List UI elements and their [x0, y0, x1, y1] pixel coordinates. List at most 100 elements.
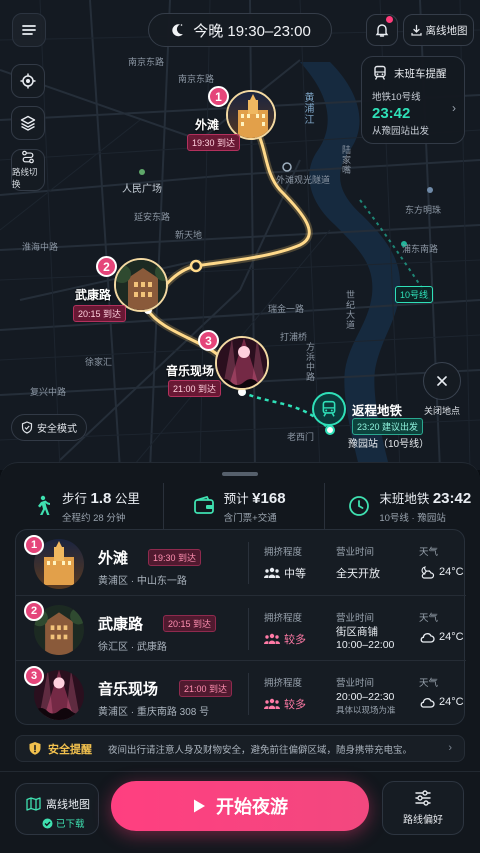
- crowd-value: 较多: [264, 631, 306, 647]
- street-label: 瑞金一路: [268, 304, 305, 314]
- safety-text: 夜间出行请注意人身及财物安全，避免前往偏僻区域，随身携带充电宝。: [108, 744, 413, 756]
- spot-arrival-tag: 21:00 到达: [179, 680, 233, 697]
- locate-icon: [20, 73, 36, 89]
- layers-icon: [20, 115, 36, 131]
- downloaded-label: 已下载: [56, 819, 85, 830]
- train-icon: [374, 65, 386, 80]
- download-icon: [410, 24, 422, 36]
- partly-cloudy-night-icon: [421, 566, 435, 579]
- spot-address: 黄浦区 · 重庆南路 308 号: [98, 707, 210, 718]
- crowd-value: 较多: [264, 696, 306, 712]
- marker-arrival-tag: 19:30 到达: [187, 134, 241, 151]
- metro-line-badge: 10号线: [395, 286, 434, 303]
- hours-column: 营业时间 20:00–22:30 具体以现场为准: [336, 678, 396, 715]
- cloud-icon: [420, 633, 435, 643]
- offline-map-title: 离线地图: [46, 799, 90, 811]
- street-label: 徐家汇: [85, 357, 113, 367]
- spot-address: 徐汇区 · 武康路: [98, 642, 167, 653]
- close-spots-button[interactable]: 关闭地点: [418, 362, 466, 417]
- street-label: 外滩观光隧道: [276, 175, 331, 185]
- safe-mode-label: 安全模式: [37, 424, 77, 435]
- street-label: 南京东路: [178, 74, 215, 84]
- shield-icon: [21, 421, 33, 434]
- layers-button[interactable]: [11, 106, 45, 140]
- crowd-icon: [264, 698, 280, 709]
- trip-sheet: 步行 1.8 公里 全程约 28 分钟 预计 ¥168 含门票+交通 末班地铁 …: [0, 462, 480, 853]
- return-metro-title: 返程地铁: [352, 404, 403, 418]
- route-preference-button[interactable]: 路线偏好: [382, 781, 464, 835]
- chevron-right-icon: ›: [452, 101, 456, 115]
- weather-column: 天气 24°C: [419, 613, 464, 643]
- check-circle-icon: [42, 818, 53, 828]
- list-item[interactable]: 3 音乐现场 21:00 到达 黄浦区 · 重庆南路 308 号 拥挤程度 较多…: [16, 660, 466, 725]
- locate-button[interactable]: [11, 64, 45, 98]
- marker-name: 音乐现场: [166, 364, 215, 378]
- safety-tip[interactable]: 安全提醒 夜间出行请注意人身及财物安全，避免前往偏僻区域，随身携带充电宝。 ›: [15, 735, 465, 762]
- divider: [248, 608, 249, 650]
- street-label: 人民广场: [122, 184, 162, 195]
- last-train-line: 地铁10号线: [372, 92, 421, 103]
- list-item[interactable]: 2 武康路 20:15 到达 徐汇区 · 武康路 拥挤程度 较多 营业时间 街区…: [16, 595, 466, 660]
- spot-name: 音乐现场: [98, 681, 159, 698]
- notification-button[interactable]: [366, 14, 398, 46]
- street-label: 老西门: [287, 432, 315, 442]
- divider: [248, 673, 249, 715]
- marker-name: 武康路: [75, 288, 112, 302]
- start-tour-button[interactable]: 开始夜游: [111, 781, 369, 831]
- river-label: 黄浦江: [302, 92, 313, 125]
- safety-title: 安全提醒: [48, 743, 92, 756]
- time-range-pill[interactable]: 今晚 19:30–23:00: [148, 13, 332, 47]
- budget-stat: 预计 ¥168 含门票+交通: [164, 483, 326, 529]
- sliders-icon: [415, 790, 431, 806]
- hours-column: 营业时间 街区商铺 10:00–22:00: [336, 613, 395, 651]
- crowd-column: 拥挤程度 较多: [264, 678, 306, 712]
- spot-arrival-tag: 19:30 到达: [148, 549, 202, 566]
- last-train-title: 末班车提醒: [394, 67, 447, 80]
- walking-icon: [38, 495, 50, 515]
- list-item[interactable]: 1 外滩 19:30 到达 黄浦区 · 中山东一路 拥挤程度 中等 营业时间 全…: [16, 530, 466, 595]
- metro-icon: [312, 392, 346, 426]
- menu-button[interactable]: [12, 13, 46, 47]
- street-label: 复兴中路: [30, 387, 67, 397]
- map-icon: [26, 797, 41, 811]
- crowd-icon: [264, 633, 280, 644]
- offline-map-status-button[interactable]: 离线地图 已下载: [15, 783, 99, 835]
- route-switch-button[interactable]: 路线切换: [11, 149, 45, 191]
- crowd-icon: [264, 567, 280, 578]
- cloud-icon: [420, 698, 435, 708]
- marker-name: 外滩: [195, 118, 220, 132]
- budget-amount: 预计 ¥168: [223, 490, 286, 507]
- sheet-drag-handle[interactable]: [222, 472, 258, 476]
- last-train-from: 从豫园站出发: [372, 126, 430, 137]
- time-range-label: 今晚 19:30–23:00: [193, 22, 311, 40]
- marker-arrival-tag: 21:00 到达: [168, 380, 222, 397]
- hours-column: 营业时间 全天开放: [336, 547, 380, 580]
- spot-list: 1 外滩 19:30 到达 黄浦区 · 中山东一路 拥挤程度 中等 营业时间 全…: [15, 529, 466, 725]
- walk-duration: 全程约 28 分钟: [62, 513, 126, 524]
- map-view[interactable]: 南京东路 南京东路 黄浦江 外滩观光隧道 陆家嘴 东方明珠 人民广场 延安东路 …: [0, 0, 480, 470]
- safe-mode-button[interactable]: 安全模式: [11, 414, 87, 441]
- start-tour-label: 开始夜游: [216, 797, 288, 817]
- notification-dot: [386, 16, 393, 23]
- marker-arrival-tag: 20:15 到达: [73, 305, 127, 322]
- crowd-column: 拥挤程度 中等: [264, 547, 306, 580]
- marker-photo: [215, 336, 269, 390]
- street-label: 浦东南路: [402, 244, 439, 254]
- crowd-column: 拥挤程度 较多: [264, 613, 306, 647]
- street-label: 延安东路: [134, 212, 171, 222]
- spot-address: 黄浦区 · 中山东一路: [98, 576, 187, 587]
- weather-column: 天气 24°C: [419, 547, 464, 579]
- return-metro-station: 豫园站（10号线）: [348, 439, 430, 450]
- street-label: 方浜中路: [305, 342, 315, 382]
- hours-value: 全天开放: [336, 568, 380, 580]
- bell-icon: [375, 24, 389, 37]
- return-metro-tag: 23:20 建议出发: [352, 418, 424, 435]
- last-metro-stat: 末班地铁 23:42 10号线 · 豫园站: [325, 483, 480, 529]
- play-icon: [194, 799, 205, 813]
- street-label: 南京东路: [128, 57, 165, 67]
- last-train-card[interactable]: 末班车提醒 地铁10号线 23:42 从豫园站出发 ›: [361, 56, 465, 144]
- walk-distance: 步行 1.8 公里: [62, 490, 140, 507]
- offline-map-button[interactable]: 离线地图: [403, 14, 474, 46]
- street-label: 打浦桥: [280, 332, 308, 342]
- spot-arrival-tag: 20:15 到达: [163, 615, 217, 632]
